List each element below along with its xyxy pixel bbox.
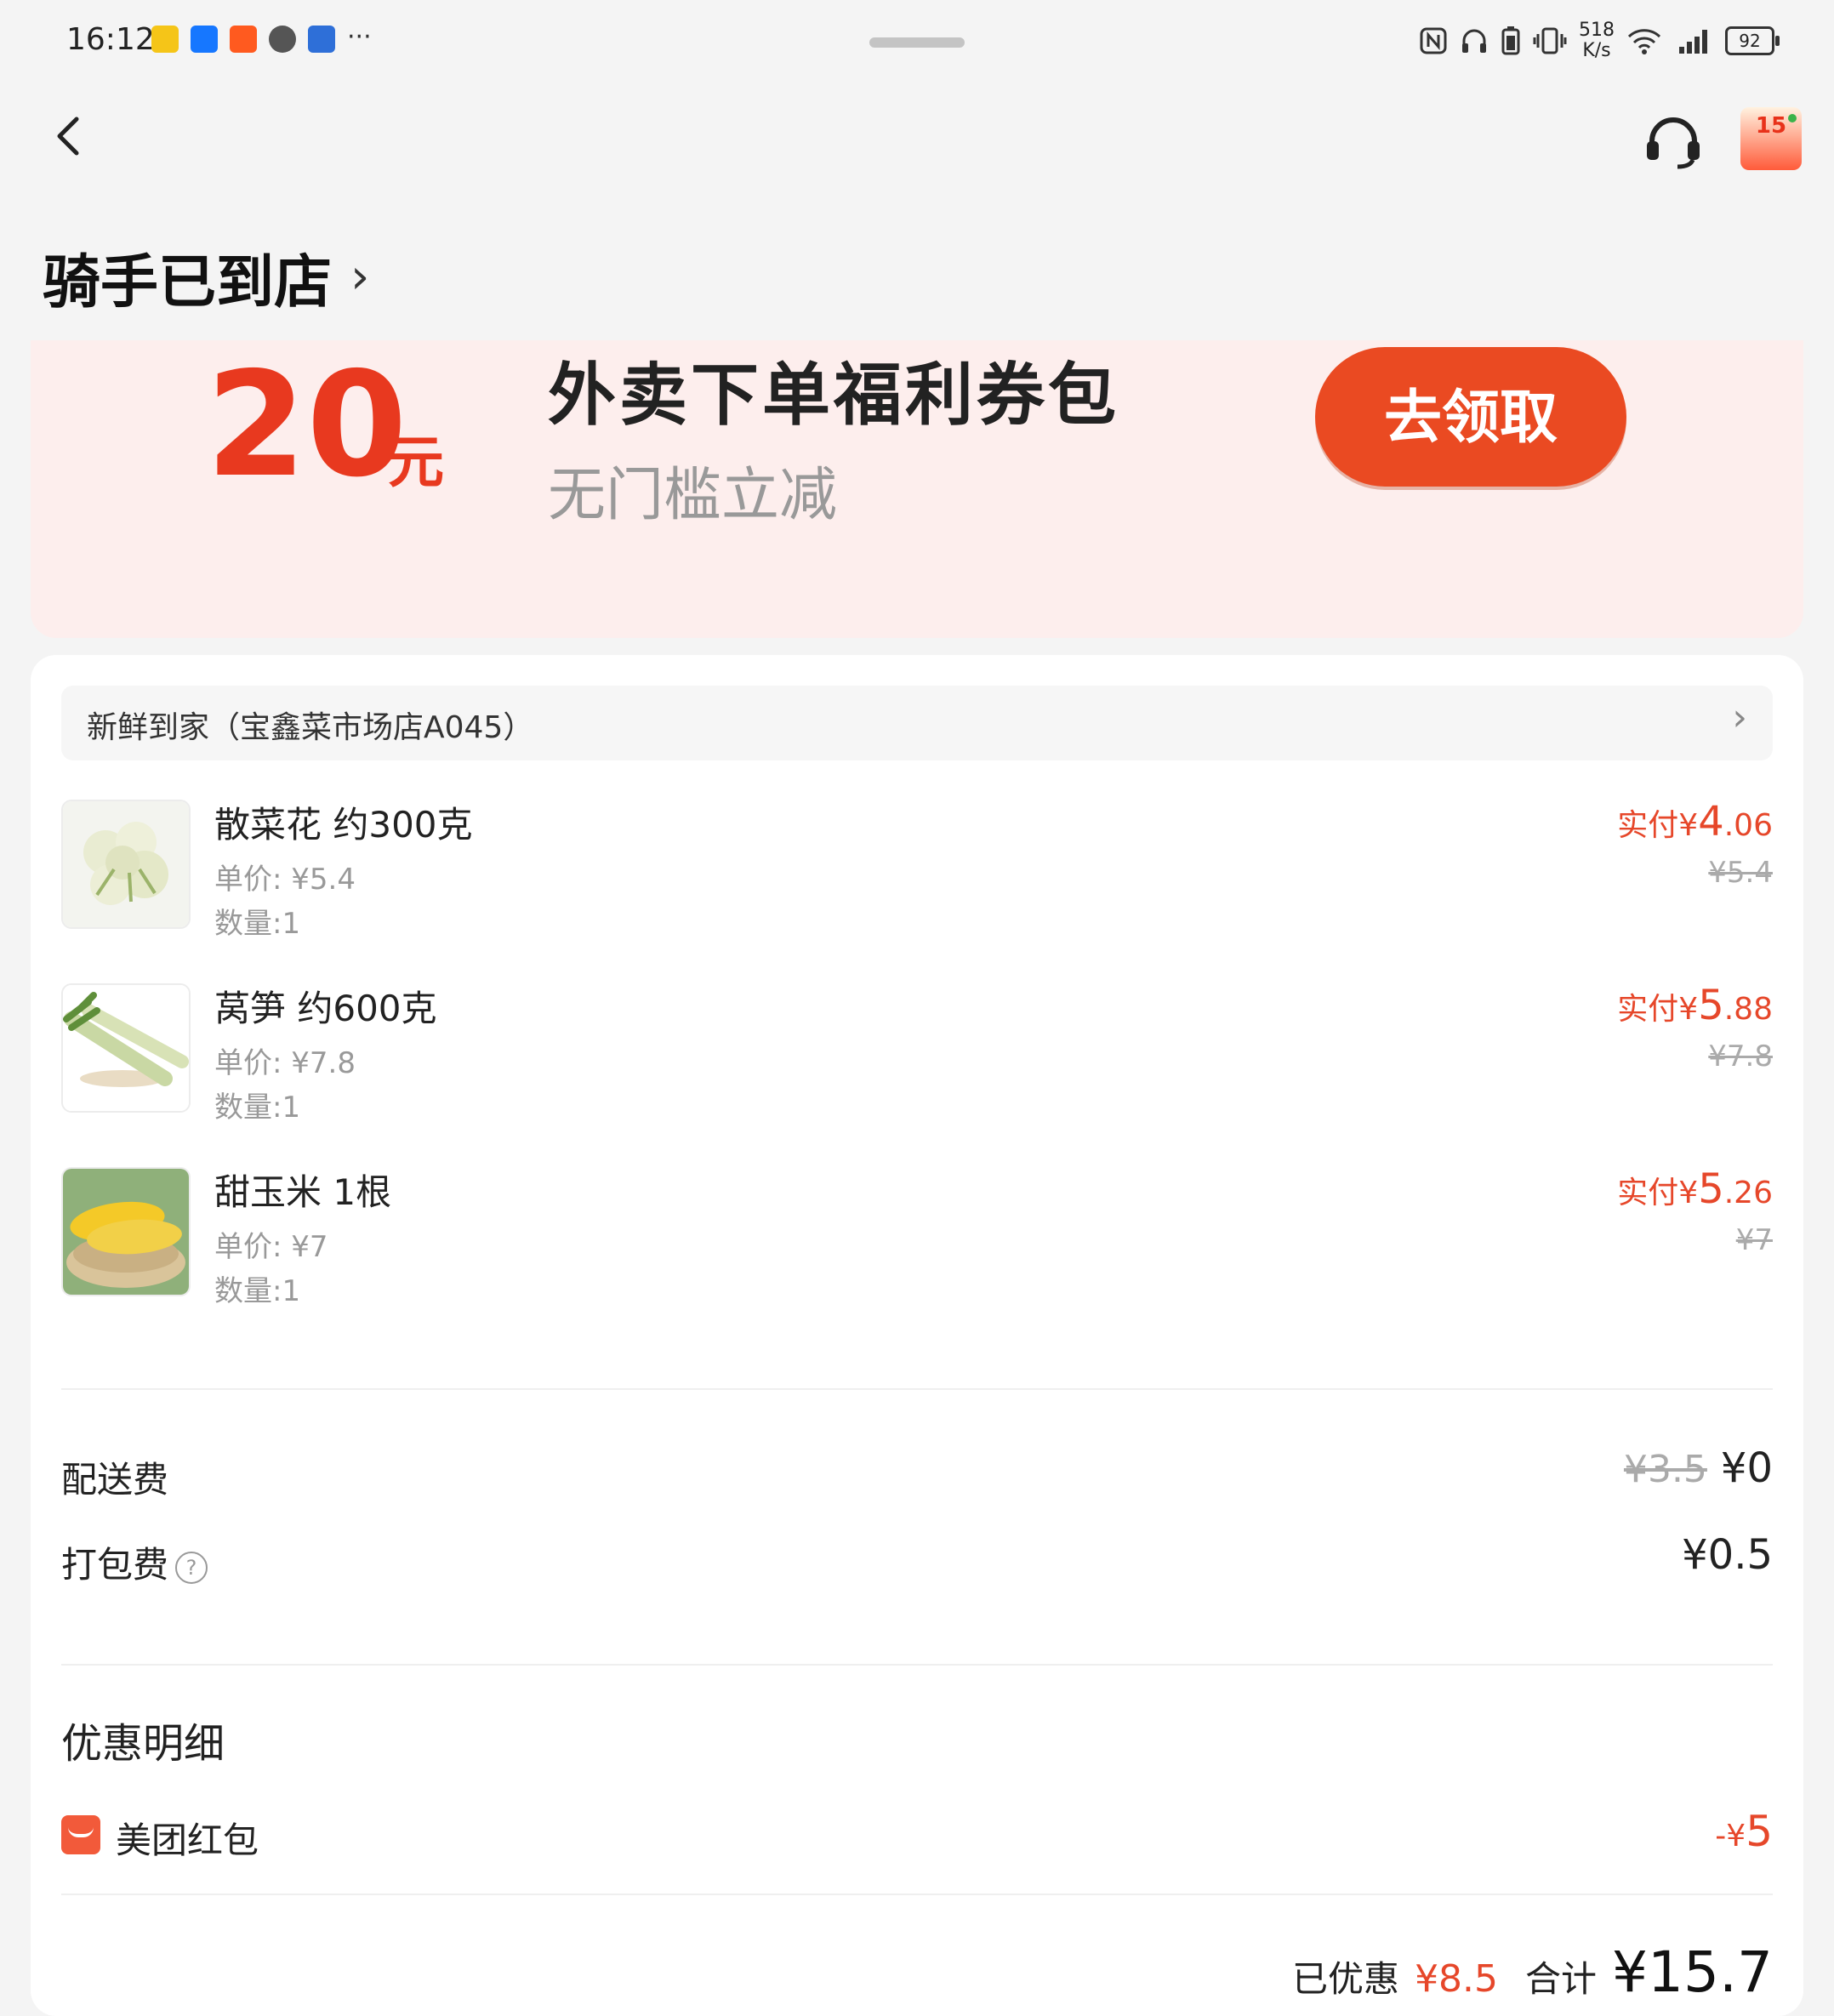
wifi-icon (1626, 26, 1662, 55)
headset-icon (1643, 112, 1703, 172)
window-drag-handle[interactable] (869, 37, 965, 48)
news-app-icon (308, 26, 335, 53)
order-summary: 已优惠 ¥8.5 合计 ¥15.7 (1292, 1939, 1773, 2005)
total-value: ¥15.7 (1612, 1939, 1773, 2005)
delivery-fee-original: ¥3.5 (1624, 1448, 1707, 1491)
item-name: 散菜花 约300克 (214, 796, 473, 848)
back-button[interactable] (44, 111, 95, 162)
divider (61, 1388, 1773, 1390)
order-status-title[interactable]: 骑手已到店 › (43, 235, 369, 319)
item-quantity: 数量:1 (214, 1267, 300, 1309)
alipay-app-icon (191, 26, 218, 53)
vibrate-icon (1533, 26, 1567, 56)
notification-icons: ··· (151, 26, 372, 53)
divider (61, 1664, 1773, 1666)
system-status-icons: 518 K/s 92 (1419, 20, 1774, 61)
page-title: 骑手已到店 (43, 235, 332, 319)
delivery-fee-value: ¥3.5 ¥0 (1624, 1444, 1773, 1492)
taobao-app-icon (230, 26, 257, 53)
discount-section-title: 优惠明细 (61, 1710, 225, 1769)
order-item[interactable]: 散菜花 约300克 单价: ¥5.4 数量:1 实付¥4.06 ¥5.4 (61, 800, 1773, 944)
lettuce-stem-image (61, 983, 191, 1113)
store-name: 新鲜到家（宝鑫菜市场店A045） (87, 703, 533, 747)
rabbit-app-icon (151, 26, 179, 53)
promo-badge-dot (1788, 114, 1797, 122)
item-unit-price: 单价: ¥5.4 (214, 856, 356, 897)
coupon-banner[interactable]: 20 元 外卖下单福利券包 无门槛立减 去领取 (31, 340, 1803, 638)
more-notifications-icon: ··· (347, 26, 372, 53)
paid-prefix: 实付¥ (1617, 992, 1698, 1027)
shield-app-icon (269, 26, 296, 53)
packing-fee-row-label: 打包费? (61, 1536, 208, 1588)
coupon-amount: 20 (206, 349, 407, 502)
claim-coupon-button[interactable]: 去领取 (1315, 347, 1626, 487)
discounted-label: 已优惠 (1292, 1951, 1399, 2002)
chevron-left-icon (44, 111, 95, 162)
paid-decimal: .26 (1724, 1176, 1773, 1210)
red-packet-prefix: -¥ (1715, 1819, 1746, 1854)
network-speed-value: 518 (1579, 20, 1615, 41)
packing-fee-label: 打包费 (61, 1544, 168, 1586)
item-quantity: 数量:1 (214, 900, 300, 942)
item-paid-price: 实付¥4.06 (1617, 798, 1773, 846)
coupon-title: 外卖下单福利券包 (548, 340, 1119, 439)
item-quantity: 数量:1 (214, 1084, 300, 1125)
item-name: 甜玉米 1根 (214, 1164, 391, 1216)
chevron-right-icon: › (1732, 696, 1747, 739)
signal-icon (1674, 26, 1713, 55)
order-item[interactable]: 莴笋 约600克 单价: ¥7.8 数量:1 实付¥5.88 ¥7.8 (61, 983, 1773, 1128)
red-packet-label: 美团红包 (116, 1812, 259, 1864)
store-row[interactable]: 新鲜到家（宝鑫菜市场店A045） › (61, 686, 1773, 760)
customer-service-button[interactable] (1643, 112, 1703, 172)
chevron-right-icon: › (350, 249, 369, 305)
paid-integer: 5 (1698, 1165, 1724, 1213)
item-unit-price: 单价: ¥7.8 (214, 1039, 356, 1081)
paid-prefix: 实付¥ (1617, 1176, 1698, 1210)
item-original-price: ¥5.4 (1708, 856, 1773, 890)
network-speed-unit: K/s (1579, 41, 1615, 61)
battery-saver-icon (1501, 26, 1521, 56)
battery-indicator: 92 (1725, 26, 1774, 55)
promo-badge-amount: 15 (1756, 113, 1786, 139)
item-paid-price: 实付¥5.26 (1617, 1165, 1773, 1213)
nfc-icon (1419, 26, 1448, 55)
status-bar: 16:12 ··· 518 K/s 92 (0, 0, 1834, 82)
coupon-subtitle: 无门槛立减 (548, 447, 837, 532)
red-packet-icon (61, 1815, 100, 1854)
cauliflower-image (61, 800, 191, 929)
divider (61, 1894, 1773, 1895)
red-packet-row: 美团红包 -¥5 (61, 1812, 1773, 1863)
item-paid-price: 实付¥5.88 (1617, 982, 1773, 1029)
item-name: 莴笋 约600克 (214, 980, 437, 1032)
paid-integer: 4 (1698, 798, 1724, 846)
item-original-price: ¥7.8 (1708, 1039, 1773, 1073)
red-packet-value: -¥5 (1715, 1807, 1773, 1856)
paid-integer: 5 (1698, 982, 1724, 1029)
delivery-fee-label: 配送费 (61, 1451, 168, 1503)
red-packet-amount: 5 (1746, 1807, 1773, 1856)
order-card: 新鲜到家（宝鑫菜市场店A045） › 散菜花 约300克 单价: ¥5.4 数量… (31, 655, 1803, 2016)
coupon-unit: 元 (388, 417, 444, 498)
order-item[interactable]: 甜玉米 1根 单价: ¥7 数量:1 实付¥5.26 ¥7 (61, 1167, 1773, 1312)
headphone-status-icon (1460, 26, 1489, 55)
red-packet-promo-badge[interactable]: 15 (1740, 107, 1802, 170)
total-label: 合计 (1525, 1951, 1597, 2002)
paid-decimal: .06 (1724, 808, 1773, 843)
paid-decimal: .88 (1724, 992, 1773, 1027)
paid-prefix: 实付¥ (1617, 808, 1698, 843)
packing-fee-value: ¥0.5 (1682, 1531, 1773, 1579)
item-unit-price: 单价: ¥7 (214, 1223, 328, 1265)
discounted-value: ¥8.5 (1415, 1957, 1498, 2001)
sweet-corn-image (61, 1167, 191, 1296)
delivery-fee-amount: ¥0 (1721, 1444, 1773, 1492)
status-time: 16:12 (66, 22, 155, 57)
network-speed: 518 K/s (1579, 20, 1615, 61)
item-original-price: ¥7 (1736, 1223, 1773, 1257)
help-icon[interactable]: ? (175, 1552, 208, 1584)
